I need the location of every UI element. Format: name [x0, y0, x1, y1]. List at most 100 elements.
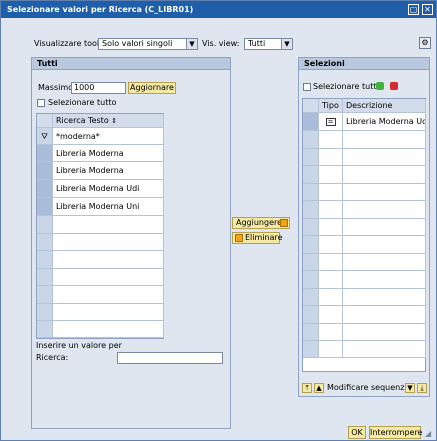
table-cell[interactable]: [319, 219, 343, 236]
vis-view-select[interactable]: Tutti ▼: [244, 38, 293, 50]
table-cell[interactable]: [319, 201, 343, 219]
green-status-icon[interactable]: [376, 82, 384, 90]
table-row[interactable]: Libreria Moderna: [53, 145, 164, 162]
massimo-input[interactable]: 1000: [71, 82, 126, 94]
table-cell[interactable]: [319, 184, 343, 201]
panel-title: Tutti: [32, 58, 230, 70]
table-row[interactable]: [53, 216, 164, 234]
chevron-down-icon[interactable]: ▼: [281, 39, 292, 49]
row-selector[interactable]: [303, 289, 319, 306]
settings-icon[interactable]: ⚙: [419, 37, 431, 49]
row-selector[interactable]: [37, 251, 53, 269]
ricerca-input[interactable]: [117, 352, 223, 364]
input-hint-label: Inserire un valore per: [36, 341, 122, 350]
table-row[interactable]: [53, 234, 164, 251]
row-selector[interactable]: [37, 198, 53, 216]
arrow-left-icon: [235, 234, 243, 242]
table-row[interactable]: [53, 304, 164, 321]
table-row[interactable]: [53, 269, 164, 286]
view-tool-select[interactable]: Solo valori singoli ▼: [98, 38, 198, 50]
row-selector[interactable]: [303, 236, 319, 254]
table-row[interactable]: [53, 321, 164, 338]
column-header-tipo[interactable]: Tipo: [319, 99, 343, 113]
table-row[interactable]: [53, 286, 164, 304]
dialog-menu-icon[interactable]: ▢: [408, 4, 419, 15]
row-selector[interactable]: [37, 286, 53, 304]
row-selector[interactable]: [303, 201, 319, 219]
red-status-icon[interactable]: [390, 82, 398, 90]
row-selector[interactable]: [37, 162, 53, 180]
table-row[interactable]: Libreria Moderna: [53, 162, 164, 180]
row-selector[interactable]: [303, 341, 319, 358]
add-button[interactable]: Aggiungere: [232, 217, 290, 229]
row-selector[interactable]: [37, 234, 53, 251]
row-selector[interactable]: [303, 254, 319, 271]
table-cell[interactable]: [319, 166, 343, 184]
table-row[interactable]: [343, 184, 426, 201]
remove-button[interactable]: Eliminare: [232, 232, 283, 244]
table-row[interactable]: [343, 254, 426, 271]
table-cell[interactable]: [319, 131, 343, 149]
chevron-down-icon[interactable]: ▼: [186, 39, 197, 49]
table-row[interactable]: [343, 324, 426, 341]
table-row[interactable]: Libreria Moderna Uni: [53, 198, 164, 216]
row-selector[interactable]: [303, 271, 319, 289]
move-top-icon[interactable]: ⤒: [302, 383, 312, 393]
select-all-checkbox[interactable]: [303, 83, 311, 91]
row-selector[interactable]: [303, 113, 319, 131]
resize-grip-icon[interactable]: ◢: [425, 429, 435, 439]
row-selector[interactable]: [303, 219, 319, 236]
row-selector[interactable]: [303, 324, 319, 341]
filter-row-value[interactable]: *moderna*: [53, 128, 164, 145]
row-selector[interactable]: [37, 216, 53, 234]
table-row[interactable]: [343, 201, 426, 219]
table-cell[interactable]: [319, 236, 343, 254]
ricerca-label: Ricerca:: [36, 353, 69, 362]
row-selector[interactable]: [303, 184, 319, 201]
table-row[interactable]: [53, 251, 164, 269]
table-row[interactable]: [343, 271, 426, 289]
table-cell[interactable]: [319, 324, 343, 341]
row-selector[interactable]: [303, 166, 319, 184]
all-values-panel: Tutti Massimo 1000 Aggiornare Selezionar…: [31, 57, 231, 429]
row-selector[interactable]: [303, 131, 319, 149]
row-selector[interactable]: [303, 149, 319, 166]
table-row[interactable]: [343, 131, 426, 149]
row-selector[interactable]: [303, 306, 319, 324]
table-row[interactable]: [343, 341, 426, 358]
table-row[interactable]: Libreria Moderna Udi: [53, 180, 164, 198]
table-row[interactable]: Libreria Moderna Udi: [343, 113, 426, 131]
table-cell[interactable]: [319, 341, 343, 358]
values-table: Ricerca Testo ⇕ ⛛ *moderna* Libreria Mod…: [36, 113, 164, 339]
move-up-icon[interactable]: ▲: [314, 383, 324, 393]
table-cell[interactable]: [319, 289, 343, 306]
table-cell[interactable]: [319, 306, 343, 324]
column-header-descrizione[interactable]: Descrizione: [343, 99, 426, 113]
row-selector[interactable]: [37, 321, 53, 338]
row-selector[interactable]: [37, 304, 53, 321]
row-selector[interactable]: [37, 180, 53, 198]
table-row[interactable]: [343, 149, 426, 166]
table-row[interactable]: [343, 219, 426, 236]
column-header-ricerca-testo[interactable]: Ricerca Testo ⇕: [53, 114, 164, 128]
table-row[interactable]: [343, 166, 426, 184]
filter-icon[interactable]: ⛛: [37, 128, 53, 145]
dialog-titlebar: Selezionare valori per Ricerca (C_LIBR01…: [1, 1, 436, 18]
equals-icon[interactable]: =: [319, 113, 343, 131]
row-selector[interactable]: [37, 269, 53, 286]
move-bottom-icon[interactable]: ⤓: [417, 383, 427, 393]
refresh-button[interactable]: Aggiornare: [128, 82, 176, 94]
cancel-button[interactable]: Interrompere: [369, 426, 422, 439]
move-down-icon[interactable]: ▼: [405, 383, 415, 393]
table-cell[interactable]: [319, 271, 343, 289]
table-cell[interactable]: [319, 254, 343, 271]
row-selector[interactable]: [37, 145, 53, 162]
table-row[interactable]: [343, 306, 426, 324]
ok-button[interactable]: OK: [348, 426, 366, 439]
table-row[interactable]: [343, 236, 426, 254]
table-row[interactable]: [343, 289, 426, 306]
select-all-checkbox[interactable]: [37, 99, 45, 107]
table-cell[interactable]: [319, 149, 343, 166]
arrow-right-icon: [280, 219, 288, 227]
close-icon[interactable]: ✕: [422, 4, 433, 15]
